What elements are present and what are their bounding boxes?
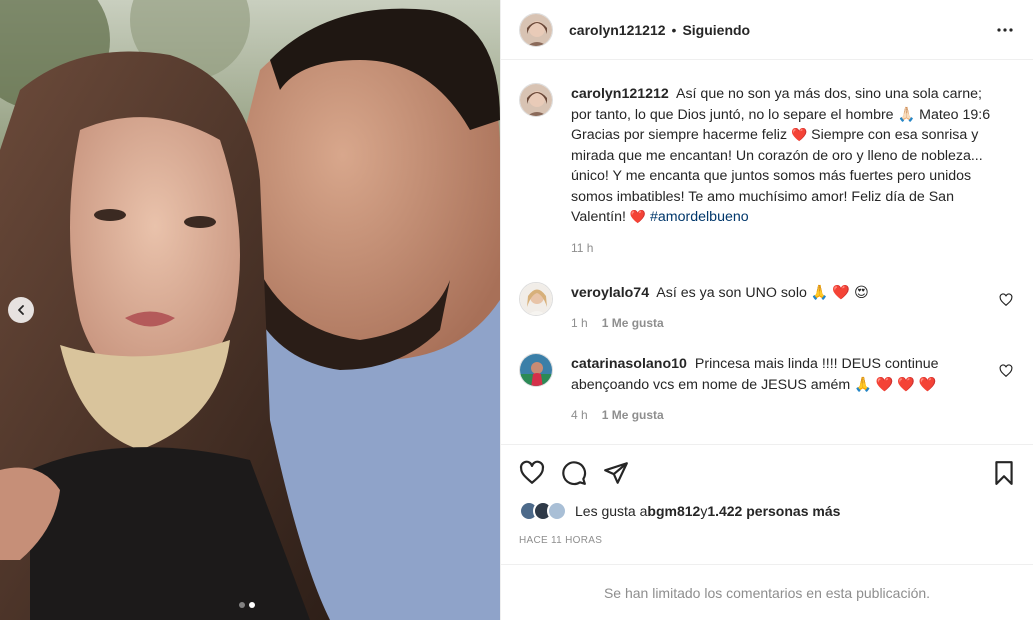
bookmark-save-icon[interactable] [991,460,1017,486]
liker-avatars [519,501,567,521]
carousel-previous-button[interactable] [8,297,34,323]
action-icons [519,445,1017,501]
comments-list: carolyn121212 Así que no son ya más dos,… [501,60,1033,444]
caption-body: carolyn121212 Así que no son ya más dos,… [571,84,1017,255]
caption-time[interactable]: 11 h [571,241,593,255]
comment-item: catarinasolano10 Princesa mais linda !!!… [519,353,1017,422]
liked-by-middle: y [700,503,708,519]
caption-meta: 11 h [571,241,993,255]
like-heart-icon[interactable] [519,460,545,486]
comment-body: veroylalo74 Así es ya son UNO solo 🙏 ❤️ … [571,283,1017,331]
comment-meta: 4 h 1 Me gusta [571,408,993,422]
more-options-button[interactable] [993,18,1017,42]
comment-likes[interactable]: 1 Me gusta [602,316,664,330]
liked-by-user[interactable]: bgm812 [647,503,700,519]
comment-item: veroylalo74 Así es ya son UNO solo 🙏 ❤️ … [519,281,1017,331]
post-header: carolyn121212 • Siguiendo [501,0,1033,60]
author-avatar[interactable] [519,12,553,47]
comment-username[interactable]: catarinasolano10 [571,356,687,372]
hashtag-link[interactable]: #amordelbueno [650,209,749,225]
comments-limited-notice: Se han limitado los comentarios en esta … [501,564,1033,620]
share-send-icon[interactable] [603,460,629,486]
carousel-dot-1 [239,602,245,608]
commenter-avatar[interactable] [519,353,553,387]
liked-by-prefix: Les gusta a [575,503,648,519]
couple-selfie-image [0,0,500,620]
post-side-panel: carolyn121212 • Siguiendo carolyn121212 … [500,0,1033,620]
heart-emoji: ❤️ [629,209,647,224]
post-timestamp[interactable]: HACE 11 HORAS [519,535,1017,546]
heart-emoji: ❤️ [791,127,808,142]
post-actions: Les gusta a bgm812 y 1.422 personas más … [501,444,1033,564]
comment-body: catarinasolano10 Princesa mais linda !!!… [571,354,1017,422]
avatar-image [520,354,552,386]
post-photo[interactable] [0,0,500,620]
liked-by-others[interactable]: 1.422 personas más [707,503,840,519]
caption-text: carolyn121212 Así que no son ya más dos,… [571,84,993,228]
chevron-left-icon [18,305,24,315]
avatar-image [520,84,552,116]
caption-username[interactable]: carolyn121212 [571,86,669,102]
more-horizontal-icon [997,27,1013,32]
comment-content: Así es ya son UNO solo 🙏 ❤️ 😍 [656,284,869,301]
heart-outline-icon[interactable] [999,364,1013,378]
post-caption: carolyn121212 Así que no son ya más dos,… [519,83,1017,255]
comment-likes[interactable]: 1 Me gusta [602,408,664,422]
liked-by-summary: Les gusta a bgm812 y 1.422 personas más [519,501,1017,521]
caption-author-avatar[interactable] [519,83,553,117]
avatar-image [520,13,552,46]
comment-time[interactable]: 1 h [571,316,588,330]
comment-text: catarinasolano10 Princesa mais linda !!!… [571,354,993,395]
liker-avatar[interactable] [547,501,567,521]
heart-outline-icon[interactable] [999,292,1013,307]
comment-bubble-icon[interactable] [561,460,587,486]
carousel-indicator [239,602,255,608]
instagram-post: carolyn121212 • Siguiendo carolyn121212 … [0,0,1033,620]
author-username[interactable]: carolyn121212 [569,22,666,38]
carousel-dot-2-active [249,602,255,608]
comment-username[interactable]: veroylalo74 [571,285,649,301]
comment-text: veroylalo74 Así es ya son UNO solo 🙏 ❤️ … [571,283,993,304]
comment-time[interactable]: 4 h [571,408,588,422]
header-separator: • [671,21,677,38]
avatar-image [520,282,552,315]
following-button[interactable]: Siguiendo [682,22,750,38]
commenter-avatar[interactable] [519,281,553,316]
comment-meta: 1 h 1 Me gusta [571,316,993,330]
